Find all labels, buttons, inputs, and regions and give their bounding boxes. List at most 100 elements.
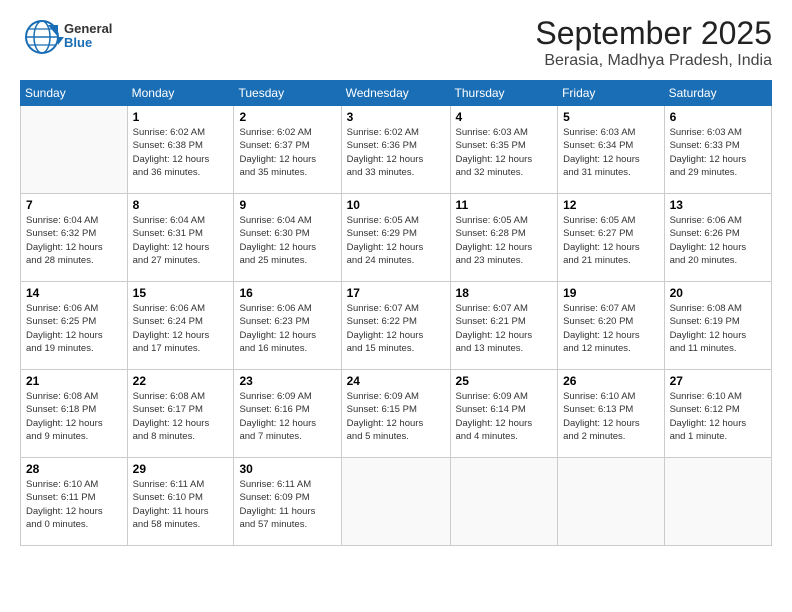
- col-wednesday: Wednesday: [341, 81, 450, 106]
- table-row: 18 Sunrise: 6:07 AM Sunset: 6:21 PM Dayli…: [450, 282, 558, 370]
- table-row: 13 Sunrise: 6:06 AM Sunset: 6:26 PM Dayli…: [664, 194, 771, 282]
- day-number: 9: [239, 198, 335, 212]
- table-row: 15 Sunrise: 6:06 AM Sunset: 6:24 PM Dayli…: [127, 282, 234, 370]
- day-info: Sunrise: 6:03 AM Sunset: 6:35 PM Dayligh…: [456, 126, 553, 179]
- table-row: 17 Sunrise: 6:07 AM Sunset: 6:22 PM Dayli…: [341, 282, 450, 370]
- table-row: 14 Sunrise: 6:06 AM Sunset: 6:25 PM Dayli…: [21, 282, 128, 370]
- table-row: 4 Sunrise: 6:03 AM Sunset: 6:35 PM Daylig…: [450, 106, 558, 194]
- location-subtitle: Berasia, Madhya Pradesh, India: [535, 52, 772, 70]
- day-number: 24: [347, 374, 445, 388]
- day-info: Sunrise: 6:06 AM Sunset: 6:25 PM Dayligh…: [26, 302, 122, 355]
- svg-text:General: General: [64, 21, 112, 36]
- table-row: 27Sunrise: 6:10 AM Sunset: 6:12 PM Dayli…: [664, 370, 771, 458]
- day-number: 18: [456, 286, 553, 300]
- title-block: September 2025 Berasia, Madhya Pradesh, …: [535, 15, 772, 70]
- day-number: 4: [456, 110, 553, 124]
- table-row: 7 Sunrise: 6:04 AM Sunset: 6:32 PM Daylig…: [21, 194, 128, 282]
- day-number: 27: [670, 374, 766, 388]
- day-info: Sunrise: 6:06 AM Sunset: 6:26 PM Dayligh…: [670, 214, 766, 267]
- calendar-week-row: 7 Sunrise: 6:04 AM Sunset: 6:32 PM Daylig…: [21, 194, 772, 282]
- table-row: 6Sunrise: 6:03 AM Sunset: 6:33 PM Daylig…: [664, 106, 771, 194]
- table-row: 11Sunrise: 6:05 AM Sunset: 6:28 PM Dayli…: [450, 194, 558, 282]
- table-row: 25Sunrise: 6:09 AM Sunset: 6:14 PM Dayli…: [450, 370, 558, 458]
- calendar-week-row: 14 Sunrise: 6:06 AM Sunset: 6:25 PM Dayli…: [21, 282, 772, 370]
- day-number: 8: [133, 198, 229, 212]
- day-number: 30: [239, 462, 335, 476]
- table-row: [341, 458, 450, 546]
- col-tuesday: Tuesday: [234, 81, 341, 106]
- day-number: 15: [133, 286, 229, 300]
- day-info: Sunrise: 6:05 AM Sunset: 6:28 PM Dayligh…: [456, 214, 553, 267]
- day-info: Sunrise: 6:08 AM Sunset: 6:17 PM Dayligh…: [133, 390, 229, 443]
- day-info: Sunrise: 6:07 AM Sunset: 6:21 PM Dayligh…: [456, 302, 553, 355]
- table-row: 2 Sunrise: 6:02 AM Sunset: 6:37 PM Daylig…: [234, 106, 341, 194]
- day-info: Sunrise: 6:09 AM Sunset: 6:15 PM Dayligh…: [347, 390, 445, 443]
- day-number: 23: [239, 374, 335, 388]
- col-sunday: Sunday: [21, 81, 128, 106]
- table-row: 9 Sunrise: 6:04 AM Sunset: 6:30 PM Daylig…: [234, 194, 341, 282]
- table-row: 20 Sunrise: 6:08 AM Sunset: 6:19 PM Dayli…: [664, 282, 771, 370]
- day-info: Sunrise: 6:02 AM Sunset: 6:37 PM Dayligh…: [239, 126, 335, 179]
- col-thursday: Thursday: [450, 81, 558, 106]
- day-info: Sunrise: 6:02 AM Sunset: 6:38 PM Dayligh…: [133, 126, 229, 179]
- day-number: 5: [563, 110, 658, 124]
- table-row: 22 Sunrise: 6:08 AM Sunset: 6:17 PM Dayli…: [127, 370, 234, 458]
- col-monday: Monday: [127, 81, 234, 106]
- day-info: Sunrise: 6:11 AM Sunset: 6:10 PM Dayligh…: [133, 478, 229, 531]
- table-row: 3 Sunrise: 6:02 AM Sunset: 6:36 PM Daylig…: [341, 106, 450, 194]
- logo: General Blue: [20, 15, 130, 65]
- day-number: 22: [133, 374, 229, 388]
- day-number: 12: [563, 198, 658, 212]
- day-info: Sunrise: 6:06 AM Sunset: 6:23 PM Dayligh…: [239, 302, 335, 355]
- day-number: 16: [239, 286, 335, 300]
- month-title: September 2025: [535, 15, 772, 52]
- table-row: 12Sunrise: 6:05 AM Sunset: 6:27 PM Dayli…: [558, 194, 664, 282]
- day-info: Sunrise: 6:08 AM Sunset: 6:19 PM Dayligh…: [670, 302, 766, 355]
- day-number: 14: [26, 286, 122, 300]
- day-info: Sunrise: 6:03 AM Sunset: 6:34 PM Dayligh…: [563, 126, 658, 179]
- table-row: 10Sunrise: 6:05 AM Sunset: 6:29 PM Dayli…: [341, 194, 450, 282]
- day-number: 13: [670, 198, 766, 212]
- calendar-header-row: Sunday Monday Tuesday Wednesday Thursday…: [21, 81, 772, 106]
- day-info: Sunrise: 6:04 AM Sunset: 6:30 PM Dayligh…: [239, 214, 335, 267]
- day-number: 21: [26, 374, 122, 388]
- day-number: 17: [347, 286, 445, 300]
- day-info: Sunrise: 6:06 AM Sunset: 6:24 PM Dayligh…: [133, 302, 229, 355]
- day-info: Sunrise: 6:07 AM Sunset: 6:20 PM Dayligh…: [563, 302, 658, 355]
- table-row: 8 Sunrise: 6:04 AM Sunset: 6:31 PM Daylig…: [127, 194, 234, 282]
- table-row: 5 Sunrise: 6:03 AM Sunset: 6:34 PM Daylig…: [558, 106, 664, 194]
- table-row: 1 Sunrise: 6:02 AM Sunset: 6:38 PM Daylig…: [127, 106, 234, 194]
- table-row: [21, 106, 128, 194]
- day-number: 28: [26, 462, 122, 476]
- table-row: 28Sunrise: 6:10 AM Sunset: 6:11 PM Dayli…: [21, 458, 128, 546]
- day-number: 7: [26, 198, 122, 212]
- day-number: 19: [563, 286, 658, 300]
- day-number: 29: [133, 462, 229, 476]
- day-number: 1: [133, 110, 229, 124]
- calendar-week-row: 21Sunrise: 6:08 AM Sunset: 6:18 PM Dayli…: [21, 370, 772, 458]
- col-saturday: Saturday: [664, 81, 771, 106]
- table-row: 26Sunrise: 6:10 AM Sunset: 6:13 PM Dayli…: [558, 370, 664, 458]
- day-info: Sunrise: 6:03 AM Sunset: 6:33 PM Dayligh…: [670, 126, 766, 179]
- table-row: 23Sunrise: 6:09 AM Sunset: 6:16 PM Dayli…: [234, 370, 341, 458]
- day-info: Sunrise: 6:02 AM Sunset: 6:36 PM Dayligh…: [347, 126, 445, 179]
- table-row: 16 Sunrise: 6:06 AM Sunset: 6:23 PM Dayli…: [234, 282, 341, 370]
- day-number: 25: [456, 374, 553, 388]
- header: General Blue September 2025 Berasia, Mad…: [20, 15, 772, 70]
- table-row: [664, 458, 771, 546]
- day-info: Sunrise: 6:07 AM Sunset: 6:22 PM Dayligh…: [347, 302, 445, 355]
- day-number: 20: [670, 286, 766, 300]
- day-info: Sunrise: 6:10 AM Sunset: 6:13 PM Dayligh…: [563, 390, 658, 443]
- day-number: 3: [347, 110, 445, 124]
- table-row: 30Sunrise: 6:11 AM Sunset: 6:09 PM Dayli…: [234, 458, 341, 546]
- table-row: 21Sunrise: 6:08 AM Sunset: 6:18 PM Dayli…: [21, 370, 128, 458]
- svg-text:Blue: Blue: [64, 35, 92, 50]
- table-row: [450, 458, 558, 546]
- day-info: Sunrise: 6:04 AM Sunset: 6:31 PM Dayligh…: [133, 214, 229, 267]
- calendar-table: Sunday Monday Tuesday Wednesday Thursday…: [20, 80, 772, 546]
- day-info: Sunrise: 6:04 AM Sunset: 6:32 PM Dayligh…: [26, 214, 122, 267]
- logo-svg: General Blue: [20, 15, 130, 60]
- day-info: Sunrise: 6:05 AM Sunset: 6:29 PM Dayligh…: [347, 214, 445, 267]
- day-number: 2: [239, 110, 335, 124]
- table-row: 19 Sunrise: 6:07 AM Sunset: 6:20 PM Dayli…: [558, 282, 664, 370]
